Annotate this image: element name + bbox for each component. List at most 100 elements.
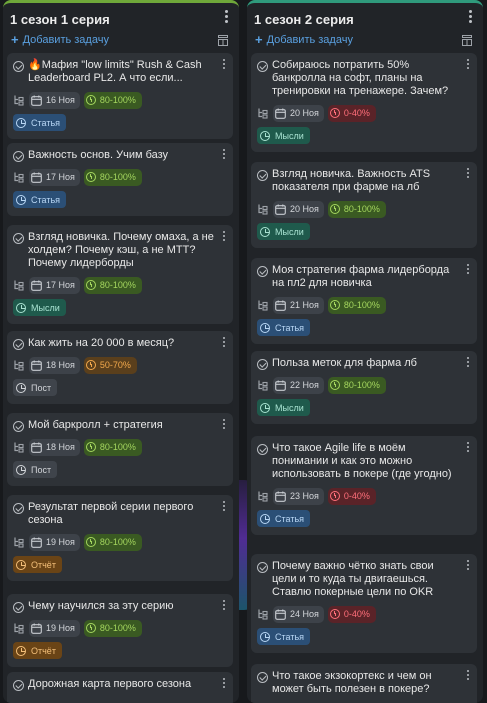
- add-task-button[interactable]: + Добавить задачу: [11, 33, 109, 46]
- card-menu-icon[interactable]: [222, 600, 226, 612]
- priority-icon: [329, 204, 340, 214]
- priority-badge[interactable]: 80-100%: [327, 296, 386, 314]
- due-date-badge[interactable]: 21 Ноя: [273, 296, 324, 314]
- task-card[interactable]: Что такое Agile life в моём понимании и …: [251, 436, 477, 535]
- subtask-icon: [258, 108, 268, 119]
- priority-badge[interactable]: 80-100%: [83, 438, 142, 456]
- card-menu-icon[interactable]: [222, 501, 226, 513]
- column-menu-icon[interactable]: [223, 10, 229, 24]
- card-menu-icon[interactable]: [222, 59, 226, 71]
- due-date-badge[interactable]: 18 Ноя: [29, 356, 80, 374]
- due-date-badge[interactable]: 23 Ноя: [273, 487, 324, 505]
- priority-badge[interactable]: 0-40%: [327, 487, 376, 505]
- calendar-icon: [31, 537, 42, 548]
- due-date-badge[interactable]: 18 Ноя: [29, 438, 80, 456]
- complete-check-icon[interactable]: [13, 151, 24, 162]
- card-menu-icon[interactable]: [466, 168, 470, 180]
- add-task-button[interactable]: + Добавить задачу: [255, 33, 353, 46]
- card-menu-icon[interactable]: [466, 560, 470, 572]
- card-menu-icon[interactable]: [222, 678, 226, 690]
- due-date-badge[interactable]: 17 Ноя: [29, 276, 80, 294]
- card-menu-icon[interactable]: [466, 264, 470, 276]
- complete-check-icon[interactable]: [13, 602, 24, 613]
- task-card[interactable]: Мой баркролл + стратегия 18 Ноя 80-100% Пос…: [7, 413, 233, 486]
- complete-check-icon[interactable]: [13, 680, 24, 691]
- category-tag-label: Статья: [275, 513, 305, 524]
- due-date-badge[interactable]: 24 Ноя: [273, 605, 324, 623]
- due-date-badge[interactable]: 20 Ноя: [273, 200, 324, 218]
- task-card[interactable]: Собираюсь потратить 50% банкролла на соф…: [251, 53, 477, 152]
- task-card[interactable]: Взгляд новичка. Почему омаха, а не холде…: [7, 225, 233, 324]
- task-card[interactable]: Важность основ. Учим базу 17 Ноя 80-100% Ст…: [7, 143, 233, 216]
- board-column: 1 сезон 1 серия + Добавить задачу 🔥Мафия…: [3, 0, 239, 703]
- task-card[interactable]: Что такое экзокортекс и чем он может быт…: [251, 664, 477, 703]
- priority-badge[interactable]: 0-40%: [327, 104, 376, 122]
- card-menu-icon[interactable]: [222, 419, 226, 431]
- complete-check-icon[interactable]: [257, 170, 268, 181]
- card-menu-icon[interactable]: [466, 59, 470, 71]
- due-date-badge[interactable]: 20 Ноя: [273, 104, 324, 122]
- priority-badge[interactable]: 80-100%: [83, 168, 142, 186]
- task-card[interactable]: 🔥Мафия "low limits" Rush & Cash Leaderbo…: [7, 53, 233, 139]
- subtask-icon: [258, 491, 268, 502]
- complete-check-icon[interactable]: [13, 61, 24, 72]
- priority-badge[interactable]: 80-100%: [83, 276, 142, 294]
- complete-check-icon[interactable]: [13, 233, 24, 244]
- category-tag[interactable]: Мысли: [13, 299, 66, 316]
- priority-badge[interactable]: 80-100%: [327, 376, 386, 394]
- calendar-icon: [275, 609, 286, 620]
- task-card[interactable]: Как жить на 20 000 в месяц? 18 Ноя 50-70% П…: [7, 331, 233, 404]
- priority-badge[interactable]: 50-70%: [83, 356, 137, 374]
- task-card[interactable]: Дорожная карта первого сезона: [7, 672, 233, 703]
- category-tag[interactable]: Статья: [13, 114, 67, 131]
- category-tag[interactable]: Пост: [13, 461, 58, 478]
- calendar-icon: [31, 360, 42, 371]
- task-card[interactable]: Моя стратегия фарма лидерборда на пл2 дл…: [251, 258, 477, 344]
- complete-check-icon[interactable]: [257, 266, 268, 277]
- category-tag[interactable]: Статья: [257, 510, 311, 527]
- task-card[interactable]: Чему научился за эту серию 19 Ноя 80-100% О…: [7, 594, 233, 667]
- due-date-badge[interactable]: 17 Ноя: [29, 168, 80, 186]
- task-card[interactable]: Взгляд новичка. Важность ATS показателя …: [251, 162, 477, 248]
- card-menu-icon[interactable]: [222, 337, 226, 349]
- complete-check-icon[interactable]: [257, 444, 268, 455]
- category-tag[interactable]: Отчёт: [13, 556, 62, 573]
- category-tag[interactable]: Статья: [13, 191, 67, 208]
- complete-check-icon[interactable]: [257, 562, 268, 573]
- board-view-icon[interactable]: [218, 35, 228, 46]
- category-tag[interactable]: Отчёт: [13, 642, 62, 659]
- complete-check-icon[interactable]: [257, 61, 268, 72]
- card-menu-icon[interactable]: [466, 670, 470, 682]
- card-menu-icon[interactable]: [466, 442, 470, 454]
- board-view-icon[interactable]: [462, 35, 472, 46]
- category-tag[interactable]: Статья: [257, 628, 311, 645]
- complete-check-icon[interactable]: [13, 503, 24, 514]
- due-date-badge[interactable]: 16 Ноя: [29, 91, 80, 109]
- priority-badge[interactable]: 80-100%: [83, 619, 142, 637]
- card-menu-icon[interactable]: [466, 357, 470, 369]
- due-date-badge[interactable]: 19 Ноя: [29, 619, 80, 637]
- card-title: Взгляд новичка. Почему омаха, а не холде…: [28, 231, 214, 269]
- task-card[interactable]: Польза меток для фарма лб 22 Ноя 80-100% Мы…: [251, 351, 477, 424]
- category-tag[interactable]: Пост: [13, 379, 58, 396]
- column-menu-icon[interactable]: [467, 10, 473, 24]
- priority-badge[interactable]: 80-100%: [327, 200, 386, 218]
- category-tag[interactable]: Мысли: [257, 223, 310, 240]
- complete-check-icon[interactable]: [13, 421, 24, 432]
- priority-badge[interactable]: 80-100%: [83, 91, 142, 109]
- due-date-badge[interactable]: 19 Ноя: [29, 533, 80, 551]
- category-tag[interactable]: Мысли: [257, 127, 310, 144]
- complete-check-icon[interactable]: [257, 672, 268, 683]
- priority-badge[interactable]: 80-100%: [83, 533, 142, 551]
- card-menu-icon[interactable]: [222, 149, 226, 161]
- complete-check-icon[interactable]: [13, 339, 24, 350]
- complete-check-icon[interactable]: [257, 359, 268, 370]
- priority-text: 80-100%: [343, 300, 380, 310]
- task-card[interactable]: Почему важно чётко знать свои цели и то …: [251, 554, 477, 653]
- task-card[interactable]: Результат первой серии первого сезона 19 …: [7, 495, 233, 581]
- category-tag[interactable]: Мысли: [257, 399, 310, 416]
- card-menu-icon[interactable]: [222, 231, 226, 243]
- category-tag[interactable]: Статья: [257, 319, 311, 336]
- due-date-badge[interactable]: 22 Ноя: [273, 376, 324, 394]
- priority-badge[interactable]: 0-40%: [327, 605, 376, 623]
